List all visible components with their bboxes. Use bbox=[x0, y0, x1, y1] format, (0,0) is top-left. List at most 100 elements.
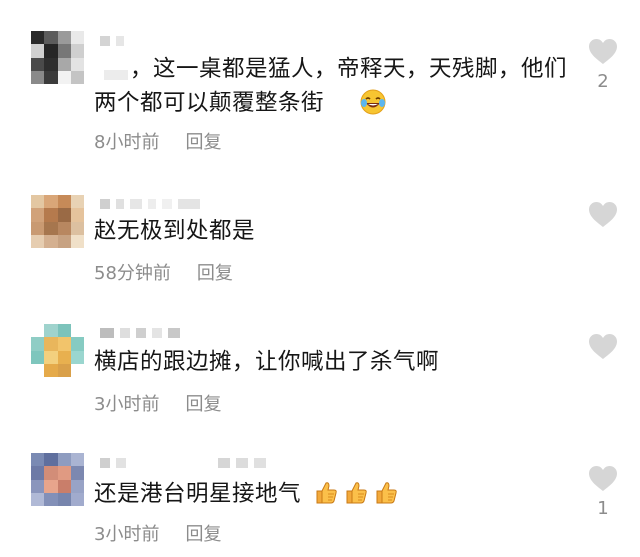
avatar-pixel bbox=[57, 221, 71, 235]
avatar-pixel bbox=[70, 208, 84, 222]
avatar-pixel bbox=[31, 337, 45, 351]
avatar-pixel bbox=[44, 453, 58, 467]
reply-button[interactable]: 回复 bbox=[185, 128, 221, 154]
avatar-pixel bbox=[44, 208, 58, 222]
avatar-pixel bbox=[44, 479, 58, 493]
laughing-crying-emoji-icon bbox=[324, 89, 386, 115]
avatar-pixel bbox=[44, 492, 58, 506]
avatar-pixel bbox=[31, 234, 45, 248]
avatar-pixel bbox=[44, 70, 58, 84]
avatar-pixel bbox=[31, 324, 45, 338]
avatar-pixel bbox=[70, 324, 84, 338]
avatar-pixel bbox=[31, 492, 45, 506]
heart-icon[interactable] bbox=[588, 333, 618, 360]
avatar-pixel bbox=[44, 234, 58, 248]
like-button[interactable]: 1 bbox=[586, 465, 620, 519]
avatar-pixel bbox=[70, 337, 84, 351]
avatar-pixel bbox=[31, 466, 45, 480]
avatar-pixel bbox=[70, 234, 84, 248]
avatar[interactable] bbox=[31, 195, 84, 248]
avatar-pixel bbox=[57, 479, 71, 493]
username-blurred[interactable] bbox=[100, 197, 200, 211]
like-button[interactable]: 2 bbox=[586, 38, 620, 92]
like-count: 1 bbox=[597, 498, 609, 519]
avatar-pixel bbox=[57, 337, 71, 351]
avatar-pixel bbox=[57, 234, 71, 248]
avatar-pixel bbox=[31, 31, 45, 45]
avatar-pixel bbox=[70, 44, 84, 58]
avatar-pixel bbox=[57, 70, 71, 84]
avatar-pixel bbox=[70, 31, 84, 45]
avatar-pixel bbox=[31, 70, 45, 84]
avatar-pixel bbox=[31, 44, 45, 58]
avatar-pixel bbox=[57, 453, 71, 467]
avatar[interactable] bbox=[31, 324, 84, 377]
avatar-pixel bbox=[44, 363, 58, 377]
avatar-pixel bbox=[57, 492, 71, 506]
avatar-pixel bbox=[31, 363, 45, 377]
thumbs-up-emoji-group bbox=[309, 481, 399, 507]
avatar-pixel bbox=[70, 195, 84, 209]
avatar-pixel bbox=[57, 31, 71, 45]
comment-time: 3小时前 bbox=[94, 524, 160, 545]
comment-time: 8小时前 bbox=[94, 132, 160, 153]
thumbs-up-emoji-icon bbox=[343, 480, 369, 506]
comment-text: ，这一桌都是猛人，帝释天，天残脚，他们两个都可以颠覆整条街 bbox=[94, 52, 574, 120]
like-button[interactable] bbox=[586, 201, 620, 228]
avatar-pixel bbox=[70, 350, 84, 364]
avatar-pixel bbox=[70, 479, 84, 493]
avatar-pixel bbox=[70, 453, 84, 467]
avatar-pixel bbox=[44, 466, 58, 480]
avatar-pixel bbox=[57, 57, 71, 71]
avatar-pixel bbox=[57, 44, 71, 58]
comment-meta: 58分钟前 回复 bbox=[94, 259, 233, 285]
avatar-pixel bbox=[44, 195, 58, 209]
avatar-pixel bbox=[31, 350, 45, 364]
comment-text-content: 赵无极到处都是 bbox=[94, 218, 256, 244]
thumbs-up-emoji-icon bbox=[373, 480, 399, 506]
avatar-pixel bbox=[70, 57, 84, 71]
avatar-pixel bbox=[44, 57, 58, 71]
comment-text: 还是港台明星接地气 bbox=[94, 477, 574, 511]
thumbs-up-emoji-icon bbox=[313, 480, 339, 506]
reply-button[interactable]: 回复 bbox=[185, 520, 221, 546]
like-button[interactable] bbox=[586, 333, 620, 360]
heart-icon[interactable] bbox=[588, 201, 618, 228]
comment-text-content: 还是港台明星接地气 bbox=[94, 481, 302, 507]
username-blurred[interactable] bbox=[100, 34, 124, 48]
avatar-pixel bbox=[44, 44, 58, 58]
avatar-pixel bbox=[31, 57, 45, 71]
avatar-pixel bbox=[70, 466, 84, 480]
reply-button[interactable]: 回复 bbox=[185, 390, 221, 416]
avatar-pixel bbox=[31, 479, 45, 493]
avatar-pixel bbox=[44, 337, 58, 351]
comment-time: 58分钟前 bbox=[94, 263, 171, 284]
avatar-pixel bbox=[31, 195, 45, 209]
like-count: 2 bbox=[597, 71, 609, 92]
comment-text: 横店的跟边摊，让你喊出了杀气啊 bbox=[94, 345, 574, 379]
avatar-pixel bbox=[70, 363, 84, 377]
comment-text-content: 横店的跟边摊，让你喊出了杀气啊 bbox=[94, 349, 440, 375]
avatar[interactable] bbox=[31, 31, 84, 84]
avatar[interactable] bbox=[31, 453, 84, 506]
avatar-pixel bbox=[57, 195, 71, 209]
heart-icon[interactable] bbox=[588, 465, 618, 492]
avatar-pixel bbox=[70, 70, 84, 84]
avatar-pixel bbox=[57, 466, 71, 480]
username-blurred[interactable] bbox=[100, 456, 266, 470]
username-blurred[interactable] bbox=[100, 326, 180, 340]
avatar-pixel bbox=[44, 221, 58, 235]
avatar-pixel bbox=[44, 350, 58, 364]
comment-time: 3小时前 bbox=[94, 394, 160, 415]
avatar-pixel bbox=[70, 492, 84, 506]
comment-meta: 3小时前 回复 bbox=[94, 520, 221, 546]
avatar-pixel bbox=[31, 208, 45, 222]
avatar-pixel bbox=[57, 208, 71, 222]
comment-meta: 3小时前 回复 bbox=[94, 390, 221, 416]
avatar-pixel bbox=[57, 350, 71, 364]
avatar-pixel bbox=[57, 324, 71, 338]
comment-meta: 8小时前 回复 bbox=[94, 128, 221, 154]
avatar-pixel bbox=[44, 324, 58, 338]
reply-button[interactable]: 回复 bbox=[197, 259, 233, 285]
heart-icon[interactable] bbox=[588, 38, 618, 65]
